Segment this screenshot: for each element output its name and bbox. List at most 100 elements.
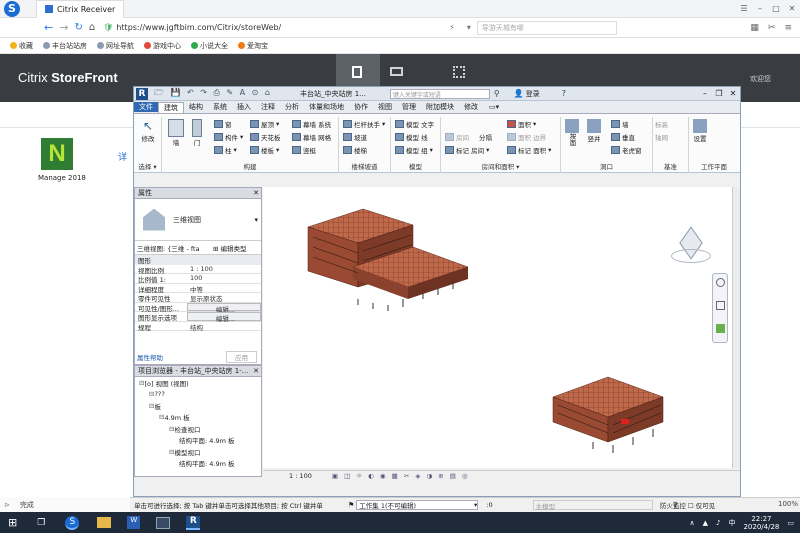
home-icon[interactable]: ⌂ xyxy=(89,22,95,33)
cut-icon[interactable]: ✂ xyxy=(768,23,776,33)
room-button[interactable]: 房间 xyxy=(445,132,469,142)
user-icon[interactable]: 👤 xyxy=(514,89,524,98)
set-button[interactable]: 设置 xyxy=(693,119,707,143)
forward-icon[interactable]: → xyxy=(59,21,68,34)
3d-viewport[interactable] xyxy=(263,187,740,468)
property-value[interactable]: 100 xyxy=(187,274,261,283)
property-value[interactable]: 编辑... xyxy=(187,302,261,314)
menu-icon[interactable]: ≡ xyxy=(784,23,792,33)
tree-item[interactable]: ⊟ 板 xyxy=(135,400,261,412)
user-menu[interactable]: 欢迎您 xyxy=(750,74,771,84)
revit-search-input[interactable]: 键入关键字或短语 xyxy=(389,88,490,99)
help-icon[interactable]: ? xyxy=(562,89,566,98)
property-value[interactable]: 中等 xyxy=(187,284,261,294)
shaft-button[interactable]: 竖井 xyxy=(587,119,601,143)
tab-file[interactable]: 文件 xyxy=(134,102,158,112)
component-button[interactable]: 构件 ▾ xyxy=(214,132,243,142)
bookmark-favorites[interactable]: 收藏 xyxy=(10,41,33,51)
bookmark-games[interactable]: 游戏中心 xyxy=(144,41,181,51)
edit-type-button[interactable]: ⊞ 编辑类型 xyxy=(213,243,247,253)
properties-close-icon[interactable]: ✕ xyxy=(253,189,259,197)
viewport-scrollbar[interactable] xyxy=(732,187,740,468)
minimize-icon[interactable]: – xyxy=(752,4,768,13)
apply-button[interactable]: 应用 xyxy=(226,351,257,363)
instance-selector[interactable]: 三维视图: {三维 - fta xyxy=(135,243,211,253)
tab-manage[interactable]: 管理 xyxy=(397,102,421,112)
curtain-grid-button[interactable]: 幕墙 网格 xyxy=(292,132,331,142)
model-dropdown[interactable]: 主模型 xyxy=(532,500,653,511)
curtain-system-button[interactable]: 幕墙 系统 xyxy=(292,119,331,129)
tab-view[interactable]: 视图 xyxy=(373,102,397,112)
properties-help-link[interactable]: 属性帮助 xyxy=(135,352,163,362)
taskbar-app-icon[interactable] xyxy=(156,516,171,529)
property-row[interactable]: 零件可见性 显示原状态 xyxy=(135,293,261,303)
tab-systems[interactable]: 系统 xyxy=(208,102,232,112)
tab-modify[interactable]: 修改 xyxy=(459,102,483,112)
area-boundary-button[interactable]: 面积 边界 xyxy=(507,132,546,142)
tree-item[interactable]: ⊟ [o] 视图 (视图) xyxy=(135,377,261,389)
taskbar-browser-icon[interactable]: S xyxy=(65,515,80,530)
taskbar-word-icon[interactable]: W xyxy=(127,516,141,529)
tree-item[interactable]: ⊟ ??? xyxy=(135,389,261,401)
dormer-button[interactable]: 老虎窗 xyxy=(611,145,642,155)
browser-search-input[interactable]: 导游天城有哪 xyxy=(476,20,617,35)
mullion-button[interactable]: 竖梃 xyxy=(292,145,316,155)
readonly-checkbox[interactable]: ☐ 仅可见 xyxy=(688,500,715,510)
flash-icon[interactable]: ⚡ xyxy=(449,23,455,32)
property-value[interactable]: 1 : 100 xyxy=(187,265,261,274)
ribbon-options-icon[interactable]: ▭▾ xyxy=(489,103,499,111)
separator-button[interactable]: 分隔 xyxy=(479,132,492,142)
app-tile[interactable]: N Manage 2018 xyxy=(38,138,98,188)
tree-item[interactable]: 结构平面: 4.9m 板 xyxy=(135,435,261,447)
navigation-bar[interactable] xyxy=(712,273,728,343)
property-row[interactable]: 可见性/图形... 编辑... xyxy=(135,302,261,314)
tray-arrow-icon[interactable]: ∧ xyxy=(689,519,694,527)
revit-logo-icon[interactable]: R xyxy=(136,87,148,100)
tag-room-button[interactable]: 标记 房间 ▾ xyxy=(445,145,489,155)
column-button[interactable]: 柱 ▾ xyxy=(214,145,237,155)
type-selector[interactable]: 三维视图 ▾ xyxy=(135,199,261,241)
tree-item[interactable]: ⊟ 检查视口 xyxy=(135,423,261,435)
search-engine-icon[interactable]: ▾ xyxy=(467,23,471,32)
bookmark-novels[interactable]: 小说大全 xyxy=(191,41,228,51)
model-line-button[interactable]: 模型 线 xyxy=(395,132,428,142)
level-button[interactable]: 标高 xyxy=(655,119,668,129)
revit-close-icon[interactable]: ✕ xyxy=(726,89,740,98)
volume-icon[interactable]: ♪ xyxy=(716,519,720,527)
tab-annotate[interactable]: 注释 xyxy=(256,102,280,112)
ceiling-button[interactable]: 天花板 xyxy=(250,132,281,142)
browser-close-icon[interactable]: ✕ xyxy=(253,367,259,375)
tag-area-button[interactable]: 标记 面积 ▾ xyxy=(507,145,551,155)
ime-icon[interactable]: 中 xyxy=(728,518,735,528)
network-icon[interactable]: ▲ xyxy=(703,519,708,527)
maximize-icon[interactable]: □ xyxy=(768,4,784,13)
wall-opening-button[interactable]: 墙 xyxy=(611,119,629,129)
tab-structure[interactable]: 结构 xyxy=(184,102,208,112)
floor-button[interactable]: 楼板 ▾ xyxy=(250,145,279,155)
tab-massing[interactable]: 体量和场地 xyxy=(304,102,349,112)
tab-addins[interactable]: 附加模块 xyxy=(421,102,459,112)
tree-item[interactable]: 结构平面: 4.9m 板 xyxy=(135,458,261,470)
model-group-button[interactable]: 模型 组 ▾ xyxy=(395,145,433,155)
window-button[interactable]: 窗 xyxy=(214,119,232,129)
area-button[interactable]: 面积 ▾ xyxy=(507,119,536,129)
modify-button[interactable]: ↖ 修改 xyxy=(138,119,158,149)
property-row[interactable]: 比例值 1: 100 xyxy=(135,274,261,284)
view-scale[interactable]: 1 : 100 xyxy=(289,472,312,480)
select-label[interactable]: 选择 ▾ xyxy=(134,161,161,171)
back-icon[interactable]: ← xyxy=(44,21,53,34)
by-face-button[interactable]: 按面 xyxy=(565,119,579,148)
close-icon[interactable]: ✕ xyxy=(784,4,800,13)
railing-button[interactable]: 栏杆扶手 ▾ xyxy=(343,119,385,129)
bookmark-fengtai[interactable]: 丰台站站房 xyxy=(43,41,87,51)
taskbar-folder-icon[interactable] xyxy=(97,517,112,528)
property-value[interactable]: 显示原状态 xyxy=(187,293,261,303)
roof-button[interactable]: 屋顶 ▾ xyxy=(250,119,279,129)
ramp-button[interactable]: 坡道 xyxy=(343,132,367,142)
tab-collaborate[interactable]: 协作 xyxy=(349,102,373,112)
workset-dropdown[interactable]: 工作集 1(不可编辑) ▾ xyxy=(356,500,479,510)
start-icon[interactable]: ⊞ xyxy=(8,516,17,529)
app-details-link[interactable]: 详 xyxy=(118,150,127,163)
property-row[interactable]: 规程 结构 xyxy=(135,322,261,332)
tree-item[interactable]: ⊟ 模型视口 xyxy=(135,446,261,458)
